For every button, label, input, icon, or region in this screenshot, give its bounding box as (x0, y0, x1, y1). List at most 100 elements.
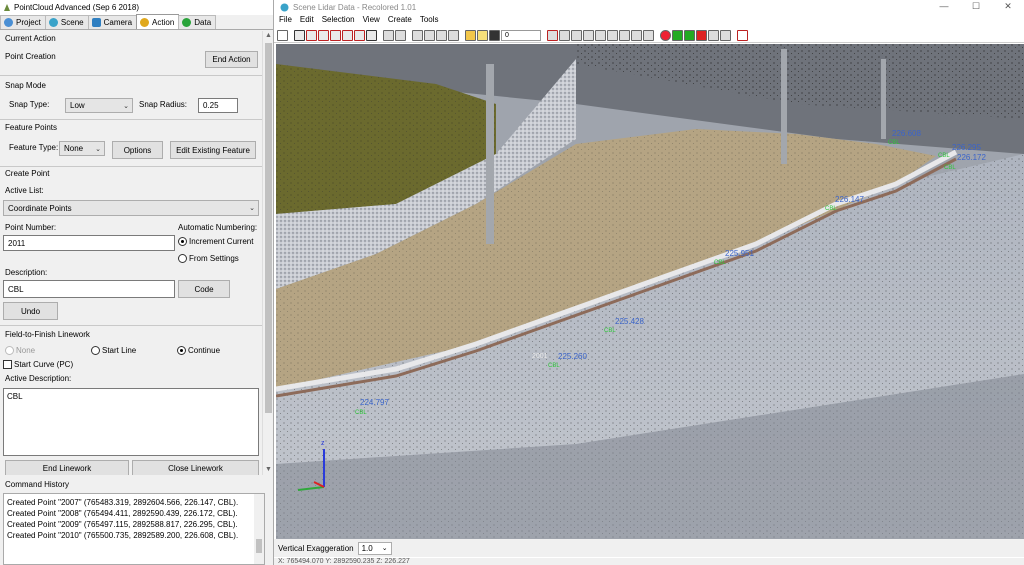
feature-type-label: Feature Type: (9, 143, 59, 152)
view-icon[interactable] (366, 30, 377, 41)
point-number-input[interactable]: 2011 (3, 235, 175, 251)
current-action-value: Point Creation (5, 52, 56, 61)
vertical-exaggeration-select[interactable]: 1.0 ⌄ (357, 541, 392, 555)
end-action-button[interactable]: End Action (205, 51, 258, 68)
elevation-label: 225.260 (558, 352, 587, 361)
pole-icon[interactable] (708, 30, 719, 41)
edit-existing-feature-button[interactable]: Edit Existing Feature (170, 141, 256, 159)
increment-current-radio[interactable] (178, 237, 187, 246)
tool-icon[interactable] (547, 30, 558, 41)
zoom-icon[interactable] (424, 30, 435, 41)
scrollbar-thumb[interactable] (265, 43, 272, 413)
active-list-select[interactable]: Coordinate Points ⌄ (3, 200, 259, 216)
command-history-title: Command History (5, 480, 70, 489)
start-line-radio[interactable] (91, 346, 100, 355)
move-icon[interactable] (660, 30, 671, 41)
vertical-exaggeration-value: 1.0 (361, 543, 373, 553)
left-titlebar: PointCloud Advanced (Sep 6 2018) (0, 0, 273, 15)
view-icon[interactable] (342, 30, 353, 41)
command-history-list[interactable]: Created Point "2007" (765483.319, 289260… (3, 493, 265, 565)
menu-create[interactable]: Create (388, 15, 412, 28)
action-icon (140, 17, 150, 27)
point-number-label: Point Number: (5, 223, 57, 232)
close-linework-button[interactable]: Close Linework (132, 460, 259, 475)
menu-file[interactable]: File (279, 15, 292, 28)
tab-label: Project (16, 18, 41, 27)
menu-view[interactable]: View (363, 15, 380, 28)
zoom-icon[interactable] (448, 30, 459, 41)
view-icon[interactable] (306, 30, 317, 41)
zoom-icon[interactable] (383, 30, 394, 41)
undo-button[interactable]: Undo (3, 302, 58, 320)
code-label: CBL (714, 260, 726, 266)
tab-camera[interactable]: Camera (87, 15, 138, 29)
snap-type-select[interactable]: Low ⌄ (65, 98, 133, 113)
panel-scrollbar[interactable]: ▲ ▼ (262, 31, 273, 475)
continue-label: Continue (188, 346, 221, 355)
point-cloud-scene: z (276, 44, 1024, 539)
linework-none-radio[interactable] (5, 346, 14, 355)
tree-icon[interactable] (672, 30, 683, 41)
point-cloud-viewport[interactable]: z 226.608 CBL 226.295 CBL 226.172 CBL 22… (276, 44, 1024, 539)
start-curve-checkbox[interactable] (3, 360, 12, 369)
menu-tools[interactable]: Tools (420, 15, 439, 28)
coordinate-readout: X: 765494.070 Y: 2892590.235 Z: 226.227 (274, 558, 1024, 565)
tool-icon[interactable] (559, 30, 570, 41)
layer-icon[interactable] (489, 30, 500, 41)
tree-icon[interactable] (684, 30, 695, 41)
tab-label: Data (194, 18, 212, 27)
tab-project[interactable]: Project (0, 15, 46, 29)
scrollbar-thumb[interactable] (256, 539, 262, 553)
menu-bar: File Edit Selection View Create Tools (274, 15, 439, 28)
chevron-down-icon: ⌄ (123, 102, 129, 110)
tool-icon[interactable] (571, 30, 582, 41)
end-linework-button[interactable]: End Linework (5, 460, 129, 475)
zoom-icon[interactable] (395, 30, 406, 41)
pole-icon[interactable] (720, 30, 731, 41)
ruler-icon[interactable] (477, 30, 488, 41)
hydrant-icon[interactable] (696, 30, 707, 41)
continue-radio[interactable] (177, 346, 186, 355)
options-button[interactable]: Options (112, 141, 163, 159)
scroll-down-icon[interactable]: ▼ (263, 465, 274, 475)
scroll-up-icon[interactable]: ▲ (263, 31, 274, 41)
code-button[interactable]: Code (178, 280, 230, 298)
snap-radius-input[interactable]: 0.25 (198, 98, 238, 113)
zoom-icon[interactable] (412, 30, 423, 41)
view-icon[interactable] (318, 30, 329, 41)
view-icon[interactable] (330, 30, 341, 41)
menu-edit[interactable]: Edit (300, 15, 314, 28)
active-description-textarea[interactable]: CBL (3, 388, 259, 456)
description-input[interactable]: CBL (3, 280, 175, 298)
tab-action[interactable]: Action (136, 14, 180, 29)
minimize-icon[interactable]: — (928, 0, 960, 13)
tool-icon[interactable] (631, 30, 642, 41)
maximize-icon[interactable]: ☐ (960, 0, 992, 13)
layer-select-value: 0 (505, 32, 509, 39)
history-scrollbar[interactable] (254, 494, 264, 564)
feature-type-select[interactable]: None ⌄ (59, 141, 105, 156)
elevation-label: 225.428 (615, 317, 644, 326)
tab-data[interactable]: Data (178, 15, 217, 29)
tool-icon[interactable] (619, 30, 630, 41)
tool-icon[interactable] (643, 30, 654, 41)
tool-icon[interactable] (583, 30, 594, 41)
camera-icon (91, 18, 101, 27)
code-label: CBL (938, 153, 950, 159)
snap-radius-label: Snap Radius: (139, 100, 188, 109)
start-line-label: Start Line (102, 346, 137, 355)
chevron-down-icon: ⌄ (249, 205, 255, 212)
tool-icon[interactable] (595, 30, 606, 41)
view-icon[interactable] (354, 30, 365, 41)
menu-selection[interactable]: Selection (322, 15, 355, 28)
layer-select[interactable]: 0 (501, 30, 541, 41)
delete-icon[interactable] (737, 30, 748, 41)
view-icon[interactable] (294, 30, 305, 41)
close-icon[interactable]: ✕ (992, 0, 1024, 13)
panel-toggle-icon[interactable] (277, 30, 288, 41)
zoom-icon[interactable] (436, 30, 447, 41)
tool-icon[interactable] (607, 30, 618, 41)
measure-icon[interactable] (465, 30, 476, 41)
tab-scene[interactable]: Scene (44, 15, 89, 29)
from-settings-radio[interactable] (178, 254, 187, 263)
